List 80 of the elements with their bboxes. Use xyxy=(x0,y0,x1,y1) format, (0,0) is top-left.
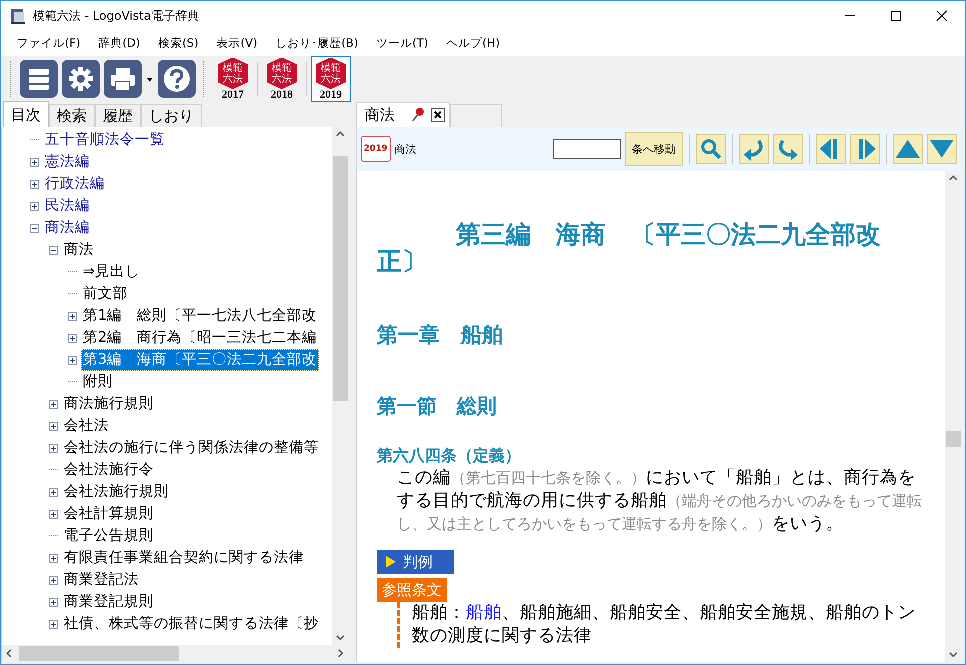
chapter-heading: 第一章 船舶 xyxy=(377,322,504,349)
tree-item[interactable]: 憲法編 xyxy=(43,151,92,173)
expand-icon[interactable] xyxy=(49,510,58,518)
expand-icon[interactable] xyxy=(49,444,58,452)
tree-item[interactable]: 商業登記法 xyxy=(62,569,141,591)
tree-item[interactable]: 民法編 xyxy=(43,195,92,217)
document-title: 商法 xyxy=(394,142,417,156)
panel-tab[interactable]: 目次 xyxy=(3,101,49,127)
article-heading: 第六八四条（定義） xyxy=(377,445,522,467)
tree-item[interactable]: 第1編 総則〔平一七法八七全部改 xyxy=(81,305,320,327)
expand-icon[interactable] xyxy=(68,356,77,364)
scroll-thumb[interactable] xyxy=(946,431,960,447)
play-icon xyxy=(385,555,397,569)
expand-icon[interactable] xyxy=(68,312,77,320)
expand-icon[interactable] xyxy=(49,576,58,584)
settings-icon[interactable] xyxy=(62,60,100,98)
menu-item[interactable]: ヘルプ(H) xyxy=(438,34,508,53)
expand-icon[interactable] xyxy=(49,488,58,496)
case-law-button[interactable]: 判例 xyxy=(377,550,454,574)
tree-item[interactable]: 附則 xyxy=(81,371,115,393)
expand-icon[interactable] xyxy=(49,400,58,408)
panel-tab[interactable]: しおり xyxy=(141,104,202,127)
close-icon[interactable] xyxy=(431,108,445,122)
expand-icon[interactable] xyxy=(30,202,39,210)
tree-item[interactable]: 前文部 xyxy=(81,283,130,305)
scroll-thumb[interactable] xyxy=(332,156,348,401)
tree-item[interactable]: 電子公告規則 xyxy=(62,525,156,547)
search-icon[interactable] xyxy=(696,134,726,164)
window-title: 模範六法 - LogoVista電子辞典 xyxy=(33,8,200,24)
menu-item[interactable]: 表示(V) xyxy=(208,34,266,53)
expand-icon[interactable] xyxy=(30,158,39,166)
menu-item[interactable]: ファイル(F) xyxy=(9,34,89,53)
tree-item[interactable]: 会社法施行規則 xyxy=(62,481,171,503)
link[interactable]: 船舶 xyxy=(466,603,502,623)
next-icon[interactable] xyxy=(850,134,880,164)
expand-icon[interactable] xyxy=(49,422,58,430)
expand-icon[interactable] xyxy=(30,180,39,188)
expand-icon[interactable] xyxy=(49,620,58,628)
menu-item[interactable]: 辞典(D) xyxy=(90,34,148,53)
tree-item[interactable]: 第3編 海商〔平三〇法二九全部改 xyxy=(81,349,320,371)
expand-icon[interactable] xyxy=(68,334,77,342)
help-icon[interactable] xyxy=(158,60,196,98)
tree-item[interactable]: 有限責任事業組合契約に関する法律 xyxy=(62,547,306,569)
panel-tab[interactable]: 検索 xyxy=(49,104,95,127)
collapse-icon[interactable] xyxy=(30,224,39,232)
jump-button[interactable]: 条へ移動 xyxy=(625,132,683,166)
collapse-icon[interactable] xyxy=(49,246,58,254)
expand-icon[interactable] xyxy=(49,598,58,606)
part-heading: 第三編 海商 〔平三〇法二九全部改正〕 xyxy=(377,221,882,275)
scroll-thumb[interactable] xyxy=(19,646,179,661)
tree-item[interactable]: 会社法施行令 xyxy=(62,459,156,481)
article-text: この編（第七百四十七条を除く。）において「船舶」とは、商行為をする目的で航海の用に供する船舶（端舟その他ろかいのみをもって運転し、又は主としてろかいをもって運転する舟を除く。）をいう。 xyxy=(396,467,923,536)
tree-item[interactable]: 行政法編 xyxy=(43,173,107,195)
tree-item[interactable]: 会社計算規則 xyxy=(62,503,156,525)
reference-text: 船舶：船舶、船舶施細、船舶安全、船舶安全施規、船舶のトン数の測度に関する法律 xyxy=(397,602,925,648)
tree-item[interactable]: 社債、株式等の振替に関する法律〔抄 xyxy=(62,613,321,635)
expand-icon[interactable] xyxy=(49,554,58,562)
edition-button[interactable]: 模範 六法 2019 xyxy=(311,56,351,102)
panel-tab[interactable]: 履歴 xyxy=(95,104,141,127)
tree-item[interactable]: 商業登記規則 xyxy=(62,591,156,613)
tree-item[interactable]: 商法編 xyxy=(43,217,92,239)
pin-icon[interactable] xyxy=(411,107,425,123)
document-tab[interactable]: 商法 xyxy=(356,102,450,127)
tree-item[interactable]: ⇒見出し xyxy=(81,261,142,283)
menu-item[interactable]: 検索(S) xyxy=(150,34,207,53)
tree-item[interactable]: 会社法 xyxy=(62,415,111,437)
tab-label[interactable]: 商法 xyxy=(365,106,395,124)
menu-item[interactable]: しおり･履歴(B) xyxy=(268,34,366,53)
scrollbar[interactable] xyxy=(945,171,961,662)
tree-item[interactable]: 商法 xyxy=(62,239,96,261)
section-heading: 第一節 総則 xyxy=(377,393,498,420)
article-number-field[interactable] xyxy=(553,139,621,159)
edition-badge: 2019 xyxy=(361,136,391,162)
printer-icon[interactable] xyxy=(104,60,142,98)
tree-item[interactable]: 会社法の施行に伴う関係法律の整備等 xyxy=(62,437,321,459)
tree-item[interactable]: 商法施行規則 xyxy=(62,393,156,415)
menu-item[interactable]: ツール(T) xyxy=(368,34,436,53)
tree-item[interactable]: 第2編 商行為〔昭一三法七二本編 xyxy=(81,327,320,349)
tree-item[interactable]: 五十音順法令一覧 xyxy=(43,129,167,151)
previous-icon[interactable] xyxy=(816,134,846,164)
